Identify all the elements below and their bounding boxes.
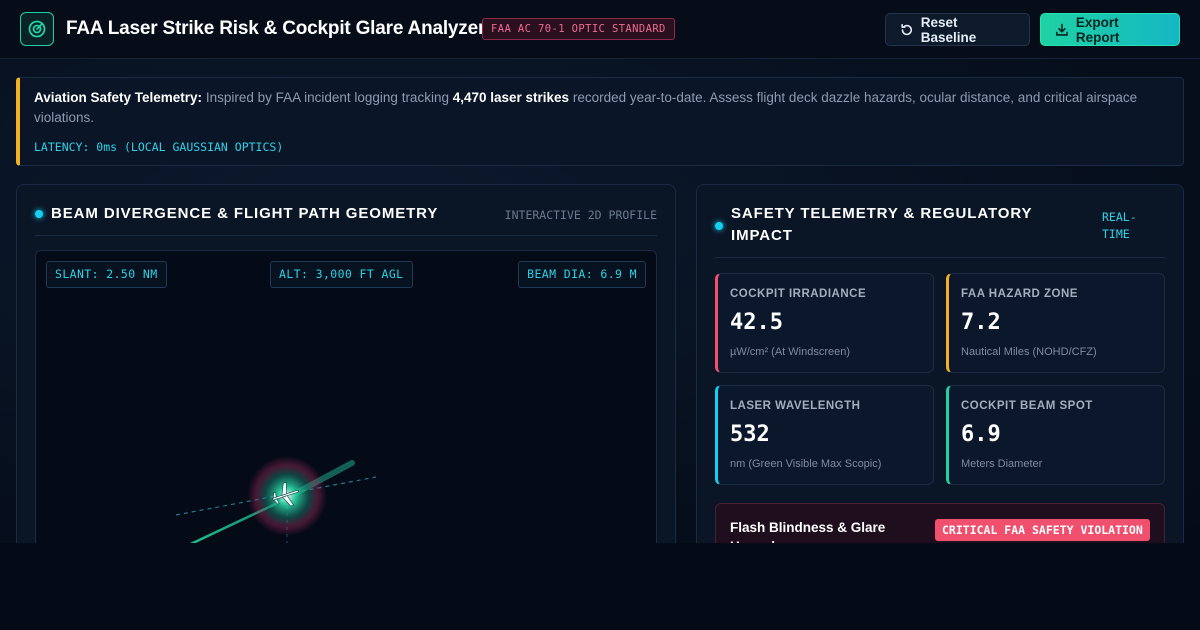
standard-badge: FAA AC 70-1 OPTIC STANDARD (482, 18, 675, 40)
reset-baseline-label: Reset Baseline (920, 14, 977, 45)
export-report-button[interactable]: Export Report (1040, 13, 1180, 46)
panel-divider (35, 235, 657, 236)
metric-label: COCKPIT BEAM SPOT (961, 400, 1093, 412)
geometry-panel-tag: INTERACTIVE 2D PROFILE (504, 208, 657, 222)
metric-value: 7.2 (961, 310, 1001, 335)
geometry-panel-title: BEAM DIVERGENCE & FLIGHT PATH GEOMETRY (51, 205, 439, 222)
metric-unit: Nautical Miles (NOHD/CFZ) (961, 346, 1097, 358)
app-viewport: FAA Laser Strike Risk & Cockpit Glare An… (0, 0, 1200, 543)
telemetry-panel-title: SAFETY TELEMETRY & REGULATORY IMPACT (731, 205, 1033, 244)
beam-diameter-readout: BEAM DIA: 6.9 M (518, 261, 646, 288)
reset-baseline-button[interactable]: Reset Baseline (885, 13, 1030, 46)
beam-profile-canvas[interactable]: SLANT: 2.50 NM ALT: 3,000 FT AGL BEAM DI… (35, 250, 657, 543)
altitude-readout: ALT: 3,000 FT AGL (270, 261, 413, 288)
metric-unit: µW/cm² (At Windscreen) (730, 346, 851, 358)
geometry-panel: BEAM DIVERGENCE & FLIGHT PATH GEOMETRY I… (16, 184, 676, 543)
radar-target-icon (20, 12, 54, 46)
panel-divider (715, 257, 1165, 258)
telemetry-panel: SAFETY TELEMETRY & REGULATORY IMPACT REA… (696, 184, 1184, 543)
download-icon (1055, 23, 1068, 36)
airplane-icon (268, 477, 304, 513)
metric-card-wavelength: LASER WAVELENGTH 532 nm (Green Visible M… (715, 385, 934, 485)
metric-label: FAA HAZARD ZONE (961, 288, 1078, 300)
metric-card-irradiance: COCKPIT IRRADIANCE 42.5 µW/cm² (At Winds… (715, 273, 934, 373)
app-header: FAA Laser Strike Risk & Cockpit Glare An… (0, 0, 1200, 59)
realtime-tag: REAL-TIME (1102, 210, 1137, 241)
metric-card-hazard-zone: FAA HAZARD ZONE 7.2 Nautical Miles (NOHD… (946, 273, 1165, 373)
status-dot (35, 210, 43, 218)
metric-value: 6.9 (961, 422, 1001, 447)
metric-label: LASER WAVELENGTH (730, 400, 861, 412)
alert-title: Flash Blindness & Glare Hazard (730, 520, 886, 543)
metric-card-beam-spot: COCKPIT BEAM SPOT 6.9 Meters Diameter (946, 385, 1165, 485)
metric-unit: nm (Green Visible Max Scopic) (730, 458, 882, 470)
metric-label: COCKPIT IRRADIANCE (730, 288, 867, 300)
export-report-label: Export Report (1075, 14, 1120, 45)
glare-hazard-alert: Flash Blindness & Glare Hazard CRITICAL … (715, 503, 1165, 543)
metric-value: 42.5 (730, 310, 783, 335)
banner-text: Aviation Safety Telemetry: Inspired by F… (34, 88, 1164, 128)
slant-range-readout: SLANT: 2.50 NM (46, 261, 167, 288)
banner-lead: Aviation Safety Telemetry: (34, 90, 203, 105)
metric-value: 532 (730, 422, 770, 447)
beam-geometry-svg (175, 456, 377, 543)
violation-badge: CRITICAL FAA SAFETY VIOLATION (935, 519, 1150, 541)
banner-highlight: 4,470 laser strikes (452, 90, 570, 105)
app-title: FAA Laser Strike Risk & Cockpit Glare An… (66, 18, 486, 39)
latency-readout: LATENCY: 0ms (LOCAL GAUSSIAN OPTICS) (34, 140, 284, 154)
telemetry-banner: Aviation Safety Telemetry: Inspired by F… (16, 77, 1184, 166)
reset-icon (901, 23, 913, 35)
banner-text-before: Inspired by FAA incident logging trackin… (202, 90, 453, 105)
metric-unit: Meters Diameter (961, 458, 1043, 470)
status-dot (715, 222, 723, 230)
